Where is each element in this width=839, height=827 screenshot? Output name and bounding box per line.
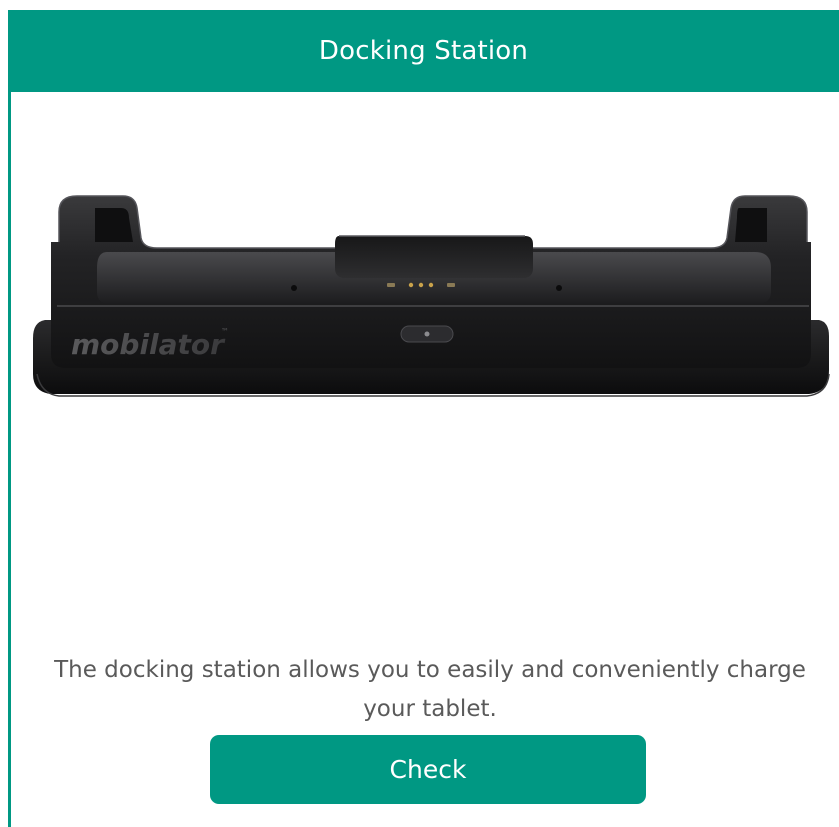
svg-text:™: ™: [221, 327, 229, 336]
check-button-label: Check: [389, 755, 467, 784]
product-card: Docking Station mobilator ™ The docking …: [0, 0, 839, 827]
docking-station-image: mobilator ™: [33, 195, 830, 397]
product-image: mobilator ™: [11, 92, 839, 512]
card-title: Docking Station: [318, 36, 529, 66]
svg-text:mobilator: mobilator: [71, 328, 226, 361]
card-header: Docking Station: [8, 10, 839, 92]
product-description: The docking station allows you to easily…: [54, 657, 806, 722]
mobilator-watermark: mobilator ™: [71, 327, 229, 361]
check-button[interactable]: Check: [210, 735, 646, 804]
